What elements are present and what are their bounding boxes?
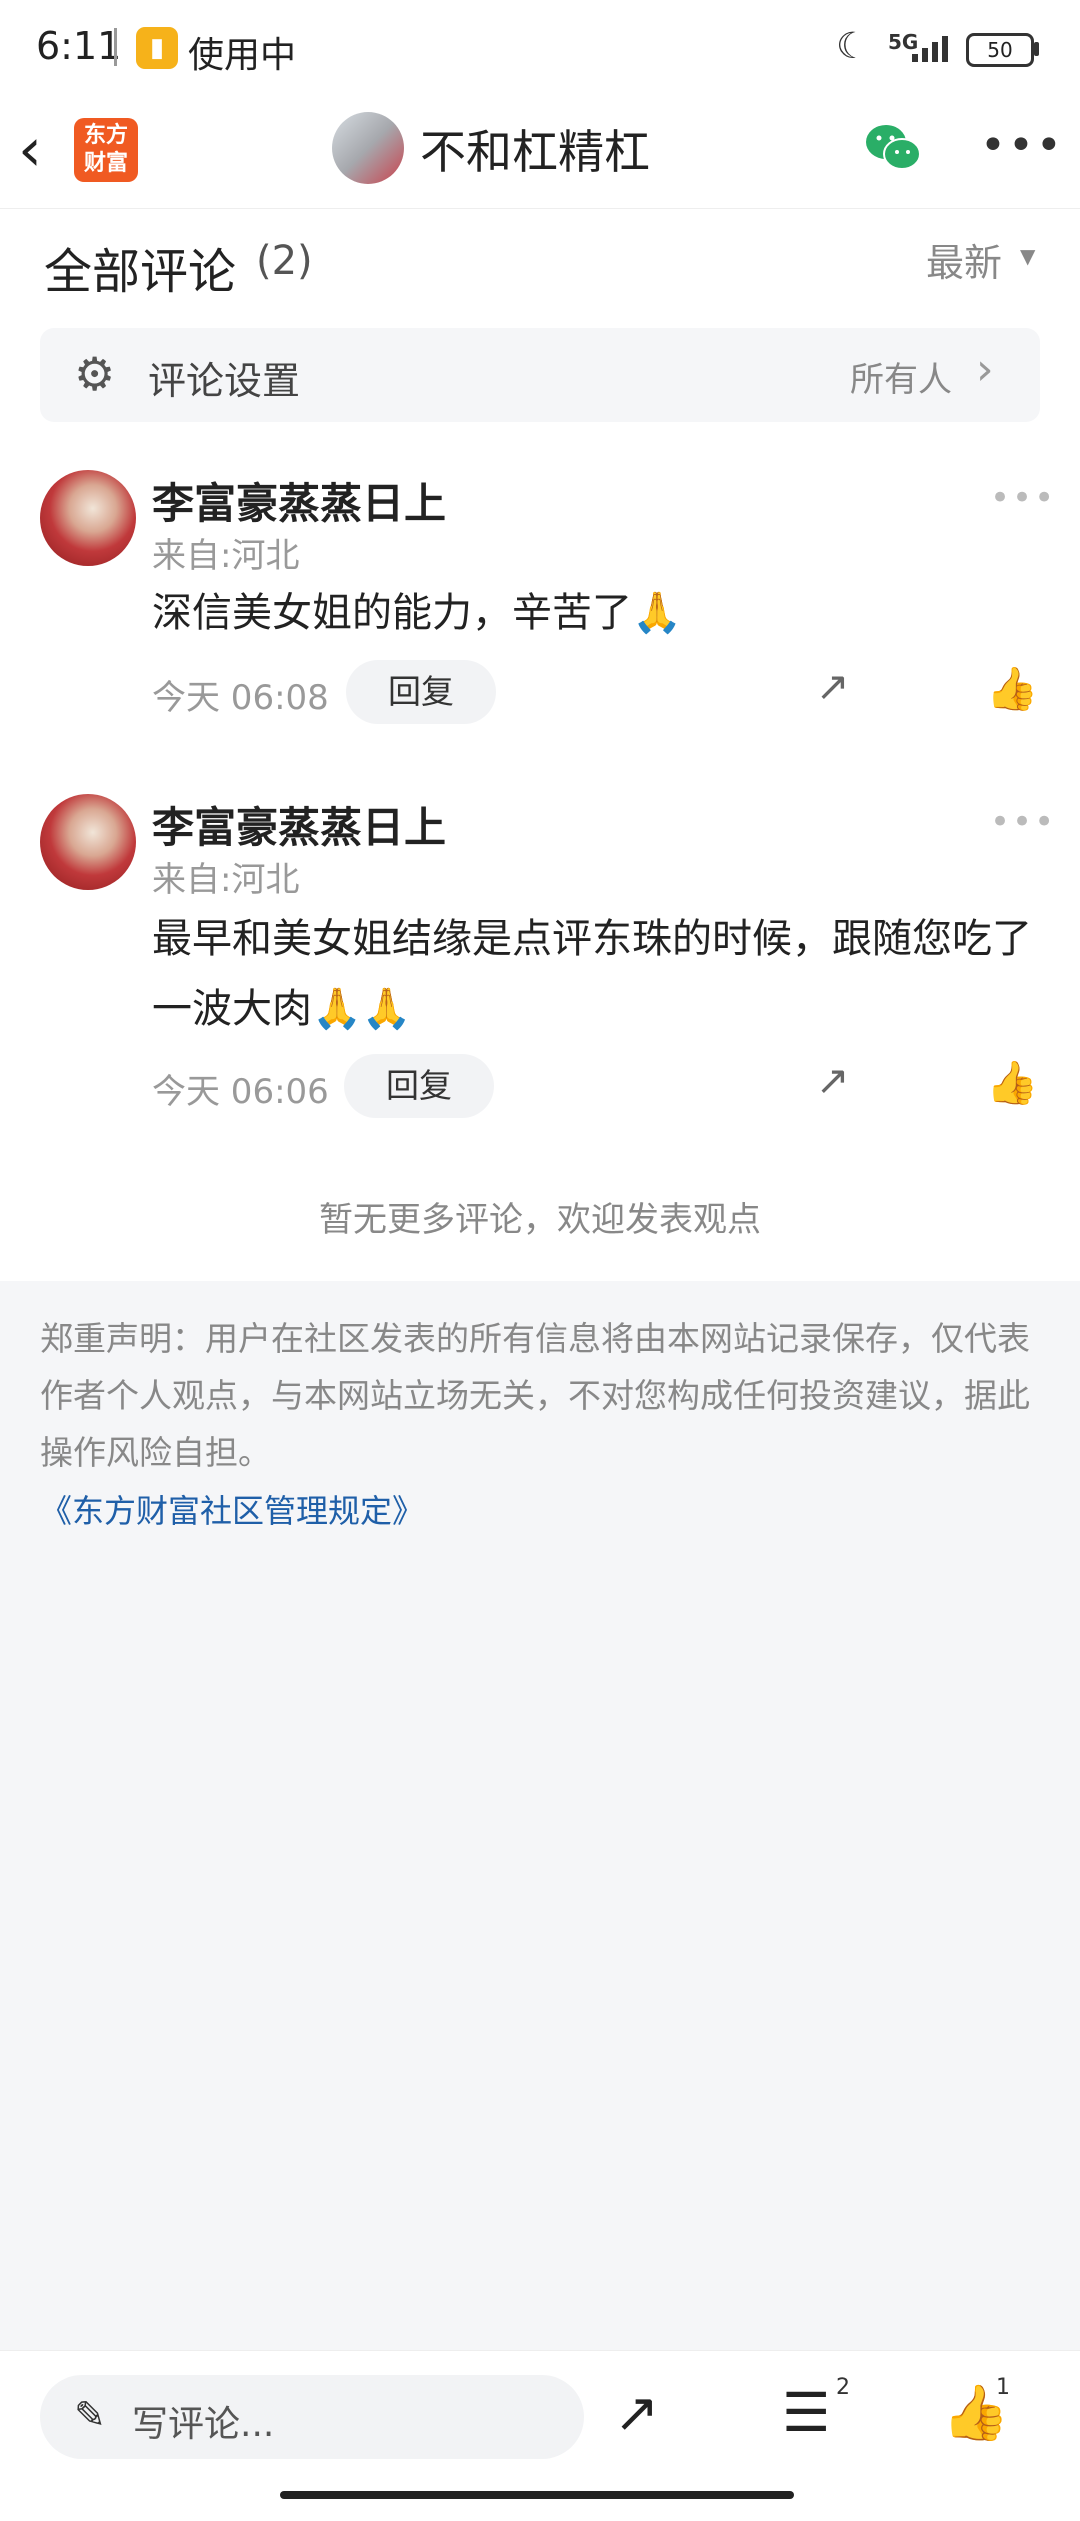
author-avatar[interactable] bbox=[332, 112, 404, 184]
home-indicator[interactable] bbox=[280, 2491, 794, 2499]
comment-settings-value: 所有人 bbox=[850, 360, 952, 400]
comment-settings-label: 评论设置 bbox=[148, 359, 301, 403]
status-bar: 6:11 ▮ 使用中 ☾ 5G 50 bbox=[0, 0, 1080, 100]
status-divider bbox=[114, 28, 117, 66]
more-icon[interactable]: ••• bbox=[990, 478, 1056, 518]
gear-icon: ⚙ bbox=[74, 347, 116, 401]
comments-count-badge: 2 bbox=[836, 2375, 850, 2400]
disclaimer-text: 郑重声明：用户在社区发表的所有信息将由本网站记录保存，仅代表作者个人观点，与本网… bbox=[40, 1319, 1030, 1472]
reply-button[interactable]: 回复 bbox=[346, 660, 496, 724]
sort-selector[interactable]: 最新 bbox=[926, 232, 1002, 287]
battery-icon: 50 bbox=[966, 33, 1034, 67]
share-icon[interactable]: ↗ bbox=[816, 664, 850, 710]
comment-input-placeholder: 写评论... bbox=[132, 2404, 275, 2445]
comment-user[interactable]: 李富豪蒸蒸日上 bbox=[152, 470, 446, 531]
wechat-icon[interactable] bbox=[864, 122, 922, 172]
caret-down-icon[interactable]: ▼ bbox=[1020, 244, 1035, 268]
more-icon[interactable]: ••• bbox=[980, 120, 1064, 171]
more-icon[interactable]: ••• bbox=[990, 802, 1056, 842]
logo-line-1: 东方 bbox=[83, 123, 128, 148]
comments-count: (2) bbox=[256, 238, 313, 284]
top-nav: ‹ 东方 财富 不和杠精杠 ••• bbox=[0, 100, 1080, 209]
chevron-right-icon: › bbox=[976, 344, 994, 395]
comment-time: 今天 06:06 bbox=[152, 1072, 329, 1112]
comment-text: 最早和美女姐结缘是点评东珠的时候，跟随您吃了一波大肉🙏🙏 bbox=[152, 916, 1032, 1032]
bottom-bar: ✎ 写评论... ↗ ☰ 2 👍 1 bbox=[0, 2350, 1080, 2521]
signal-icon bbox=[912, 36, 948, 62]
likes-count-badge: 1 bbox=[996, 2375, 1010, 2400]
comment-settings-row[interactable]: ⚙ 评论设置 所有人 › bbox=[40, 328, 1040, 422]
status-app-in-use: 使用中 bbox=[188, 35, 297, 76]
comment-user[interactable]: 李富豪蒸蒸日上 bbox=[152, 794, 446, 855]
thumbs-up-icon[interactable]: 👍 bbox=[986, 664, 1038, 714]
no-more-comments: 暂无更多评论，欢迎发表观点 bbox=[319, 1200, 761, 1240]
moon-icon: ☾ bbox=[836, 26, 869, 67]
back-icon[interactable]: ‹ bbox=[18, 120, 42, 180]
thumbs-up-icon[interactable]: 👍 bbox=[986, 1058, 1038, 1108]
comment-location: 来自:河北 bbox=[152, 536, 300, 576]
logo-line-2: 财富 bbox=[83, 151, 128, 176]
reply-button[interactable]: 回复 bbox=[344, 1054, 494, 1118]
pencil-icon: ✎ bbox=[74, 2393, 106, 2437]
comment-location: 来自:河北 bbox=[152, 860, 300, 900]
comments-title: 全部评论 bbox=[44, 244, 237, 300]
comment-input[interactable]: ✎ 写评论... bbox=[40, 2375, 584, 2459]
app-logo[interactable]: 东方 财富 bbox=[74, 118, 138, 182]
status-time: 6:11 bbox=[36, 24, 122, 68]
share-icon[interactable]: ↗ bbox=[816, 1058, 850, 1104]
avatar[interactable] bbox=[40, 470, 136, 566]
community-rules-link[interactable]: 《东方财富社区管理规定》 bbox=[40, 1486, 424, 1532]
avatar[interactable] bbox=[40, 794, 136, 890]
battery-tip bbox=[1034, 42, 1039, 56]
share-icon[interactable]: ↗ bbox=[614, 2381, 659, 2444]
comment-text: 深信美女姐的能力，辛苦了🙏 bbox=[152, 590, 682, 636]
comments-icon[interactable]: ☰ bbox=[782, 2381, 830, 2444]
author-name[interactable]: 不和杠精杠 bbox=[420, 116, 650, 182]
comment-time: 今天 06:08 bbox=[152, 678, 329, 718]
flashlight-icon: ▮ bbox=[136, 27, 178, 69]
